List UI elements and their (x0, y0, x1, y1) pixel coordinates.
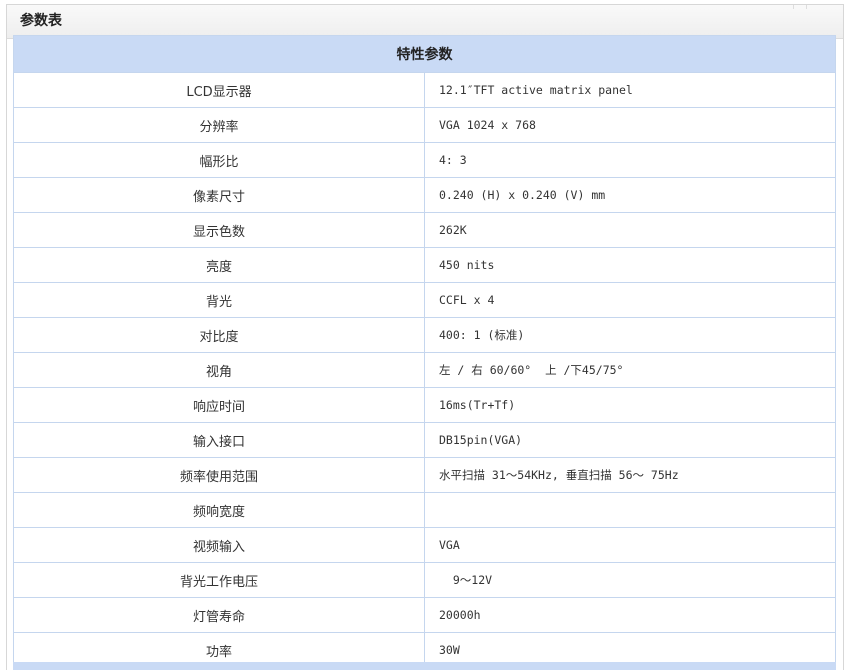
spec-value: VGA (424, 527, 836, 563)
table-row: 视角 左 / 右 60/60° 上 /下45/75° (13, 352, 836, 388)
spec-value: DB15pin(VGA) (424, 422, 836, 458)
spec-value: 0.240 (H) x 0.240 (V) mm (424, 177, 836, 213)
table-row: 分辨率 VGA 1024 x 768 (13, 107, 836, 143)
table-row: 输入接口 DB15pin(VGA) (13, 422, 836, 458)
spec-value: 9～12V (424, 562, 836, 598)
table-row: 响应时间 16ms(Tr+Tf) (13, 387, 836, 423)
table-header-row: 特性参数 (13, 35, 836, 73)
table-row: 亮度 450 nits (13, 247, 836, 283)
spec-value: 16ms(Tr+Tf) (424, 387, 836, 423)
spec-value: 4: 3 (424, 142, 836, 178)
table-row: 显示色数 262K (13, 212, 836, 248)
spec-key: 灯管寿命 (13, 597, 425, 633)
spec-key: 频率使用范围 (13, 457, 425, 493)
spec-key: 亮度 (13, 247, 425, 283)
spec-value: 水平扫描 31～54KHz, 垂直扫描 56～ 75Hz (424, 457, 836, 493)
spec-key: 背光 (13, 282, 425, 318)
spec-key: 对比度 (13, 317, 425, 353)
spec-value: 450 nits (424, 247, 836, 283)
table-row: 灯管寿命 20000h (13, 597, 836, 633)
spec-key: 显示色数 (13, 212, 425, 248)
table-header: 特性参数 (13, 35, 836, 73)
table-row: 对比度 400: 1 (标准) (13, 317, 836, 353)
spec-key: 分辨率 (13, 107, 425, 143)
spec-value: 262K (424, 212, 836, 248)
table-row: 频率使用范围 水平扫描 31～54KHz, 垂直扫描 56～ 75Hz (13, 457, 836, 493)
table-row: 背光工作电压 9～12V (13, 562, 836, 598)
spec-key: 输入接口 (13, 422, 425, 458)
spec-value: CCFL x 4 (424, 282, 836, 318)
spec-table-container: 特性参数 LCD显示器 12.1″TFT active matrix panel… (13, 35, 836, 668)
scrollbar-stub[interactable] (793, 5, 807, 9)
table-footer-bar (13, 662, 836, 670)
spec-key: LCD显示器 (13, 72, 425, 108)
spec-value: VGA 1024 x 768 (424, 107, 836, 143)
spec-key: 视频输入 (13, 527, 425, 563)
spec-value (424, 492, 836, 528)
table-row: 视频输入 VGA (13, 527, 836, 563)
spec-key: 背光工作电压 (13, 562, 425, 598)
spec-key: 频响宽度 (13, 492, 425, 528)
table-row: 幅形比 4: 3 (13, 142, 836, 178)
spec-table: 特性参数 LCD显示器 12.1″TFT active matrix panel… (13, 35, 836, 668)
spec-key: 视角 (13, 352, 425, 388)
spec-key: 像素尺寸 (13, 177, 425, 213)
spec-value: 400: 1 (标准) (424, 317, 836, 353)
spec-key: 幅形比 (13, 142, 425, 178)
spec-key: 响应时间 (13, 387, 425, 423)
table-row: 背光 CCFL x 4 (13, 282, 836, 318)
spec-value: 20000h (424, 597, 836, 633)
spec-value: 12.1″TFT active matrix panel (424, 72, 836, 108)
panel-title: 参数表 (7, 5, 843, 39)
spec-value: 左 / 右 60/60° 上 /下45/75° (424, 352, 836, 388)
table-row: 像素尺寸 0.240 (H) x 0.240 (V) mm (13, 177, 836, 213)
table-row: 频响宽度 (13, 492, 836, 528)
table-row: LCD显示器 12.1″TFT active matrix panel (13, 72, 836, 108)
